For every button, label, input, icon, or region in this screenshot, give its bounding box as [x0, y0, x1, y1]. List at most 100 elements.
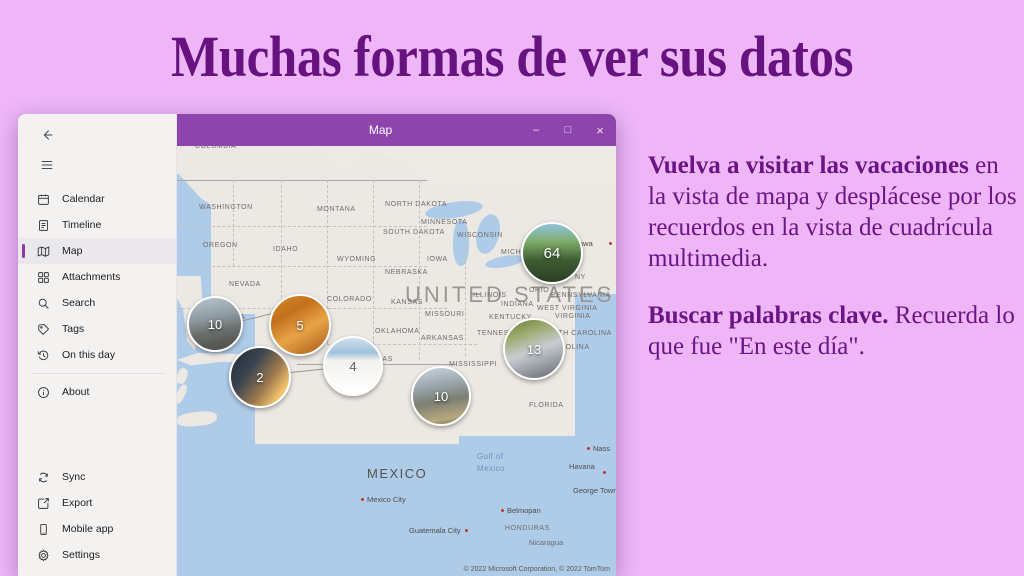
sidebar-item-label: Mobile app: [62, 523, 114, 535]
sidebar-item-attachments[interactable]: Attachments: [18, 264, 176, 290]
timeline-icon: [34, 216, 52, 234]
map-region-label: NORTH DAKOTA: [385, 201, 448, 208]
description-column: Vuelva a visitar las vacaciones en la vi…: [648, 150, 1020, 362]
window-titlebar: Map – □ ×: [177, 114, 616, 146]
cluster-count: 13: [526, 341, 542, 357]
info-icon: [34, 383, 52, 401]
cluster-count: 10: [433, 388, 449, 404]
sidebar-item-label: Timeline: [62, 219, 102, 231]
sidebar-item-search[interactable]: Search: [18, 290, 176, 316]
map-country-label: MEXICO: [367, 466, 428, 481]
sidebar-item-sync[interactable]: Sync: [18, 464, 176, 490]
sidebar-item-calendar[interactable]: Calendar: [18, 186, 176, 212]
map-region-label: ILLINOIS: [473, 292, 507, 299]
photo-cluster-bubble[interactable]: 10: [411, 366, 471, 426]
map-region-label: ARKANSAS: [421, 335, 464, 342]
photo-cluster-bubble[interactable]: 10: [187, 296, 243, 352]
sidebar-nav: Calendar Timeline Map Attachments Search…: [18, 186, 176, 405]
sync-icon: [34, 468, 52, 486]
photo-cluster-bubble[interactable]: 4: [323, 336, 383, 396]
sidebar-item-label: Search: [62, 297, 96, 309]
sidebar-item-mobile-app[interactable]: Mobile app: [18, 516, 176, 542]
city-dot: [361, 498, 364, 501]
back-button[interactable]: [30, 120, 64, 150]
sidebar-item-label: Sync: [62, 471, 86, 483]
sidebar-item-map[interactable]: Map: [18, 238, 176, 264]
map-region-label: VIRGINIA: [555, 313, 591, 320]
sidebar-item-label: Settings: [62, 549, 100, 561]
cluster-count: 4: [349, 358, 357, 374]
maximize-button[interactable]: □: [552, 114, 584, 146]
sidebar-item-export[interactable]: Export: [18, 490, 176, 516]
map-region-label: WEST VIRGINIA: [537, 305, 598, 312]
cluster-count: 10: [207, 316, 223, 332]
sidebar-footer-nav: Sync Export Mobile app Settings: [18, 464, 176, 576]
map-region-label: NEBRASKA: [385, 269, 428, 276]
sidebar-divider: [32, 373, 166, 374]
cluster-count: 5: [296, 317, 304, 333]
sidebar-item-tags[interactable]: Tags: [18, 316, 176, 342]
minimize-button[interactable]: –: [520, 114, 552, 146]
map-region-label: WASHINGTON: [199, 204, 253, 211]
calendar-icon: [34, 190, 52, 208]
menu-button[interactable]: [30, 150, 64, 180]
map-city-label: Mexico City: [367, 495, 406, 504]
state-border: [177, 226, 427, 227]
close-button[interactable]: ×: [584, 114, 616, 146]
map-city-label: George Town: [573, 486, 616, 495]
map-region-label: OKLAHOMA: [375, 328, 420, 335]
photo-cluster-bubble[interactable]: 13: [503, 318, 565, 380]
map-region-label: KANSAS: [391, 299, 423, 306]
cluster-count: 2: [256, 369, 264, 385]
phone-icon: [34, 520, 52, 538]
app-window: Calendar Timeline Map Attachments Search…: [18, 114, 616, 576]
map-canvas[interactable]: UNITED STATES MEXICO BRITISH COLUMBIA SA…: [177, 114, 616, 576]
sidebar-item-label: On this day: [62, 349, 116, 361]
export-icon: [34, 494, 52, 512]
sidebar-item-on-this-day[interactable]: On this day: [18, 342, 176, 368]
sidebar-header: [18, 114, 176, 180]
lake-michigan: [453, 220, 469, 266]
window-controls: – □ ×: [520, 114, 616, 146]
paragraph-one: Vuelva a visitar las vacaciones en la vi…: [648, 150, 1020, 274]
map-region-label: WISCONSIN: [457, 232, 503, 239]
map-region-label: MINNESOTA: [421, 219, 468, 226]
map-region-label: COLORADO: [327, 296, 372, 303]
sidebar: Calendar Timeline Map Attachments Search…: [18, 114, 177, 576]
map-region-label: SOUTH DAKOTA: [383, 229, 445, 236]
city-dot: [501, 509, 504, 512]
map-region-label: NY: [575, 274, 586, 281]
map-city-label: Havana: [569, 462, 595, 471]
photo-cluster-bubble[interactable]: 5: [269, 294, 331, 356]
map-city-label: Nass: [593, 444, 611, 453]
sidebar-item-label: Attachments: [62, 271, 121, 283]
tag-icon: [34, 320, 52, 338]
state-border: [177, 266, 427, 267]
photo-cluster-bubble[interactable]: 2: [229, 346, 291, 408]
map-city-label: Guatemala City: [409, 526, 461, 535]
paragraph-one-bold: Vuelva a visitar las vacaciones: [648, 152, 969, 179]
map-view[interactable]: Map – □ × UNITED STATES MEXICO COLUMBIA …: [177, 114, 616, 576]
sidebar-item-settings[interactable]: Settings: [18, 542, 176, 568]
map-region-label: MISSISSIPPI: [449, 361, 498, 368]
map-icon: [34, 242, 52, 260]
map-water-label: Mexico: [477, 464, 505, 473]
photo-cluster-bubble[interactable]: 64: [521, 222, 583, 284]
attachments-icon: [34, 268, 52, 286]
map-region-label: FLORIDA: [529, 402, 564, 409]
map-region-label: IOWA: [427, 256, 448, 263]
sidebar-item-about[interactable]: About: [18, 379, 176, 405]
sidebar-item-timeline[interactable]: Timeline: [18, 212, 176, 238]
search-icon: [34, 294, 52, 312]
state-border: [233, 180, 234, 266]
sidebar-item-label: Calendar: [62, 193, 105, 205]
cluster-count: 64: [543, 244, 561, 262]
map-water-label: Gulf of: [477, 452, 504, 461]
map-region-label: MISSOURI: [425, 311, 465, 318]
map-city-label: Belmopan: [507, 506, 541, 515]
map-region-label: HONDURAS: [505, 525, 550, 532]
paragraph-two-bold: Buscar palabras clave.: [648, 302, 889, 329]
page-title: Muchas formas de ver sus datos: [171, 24, 853, 89]
